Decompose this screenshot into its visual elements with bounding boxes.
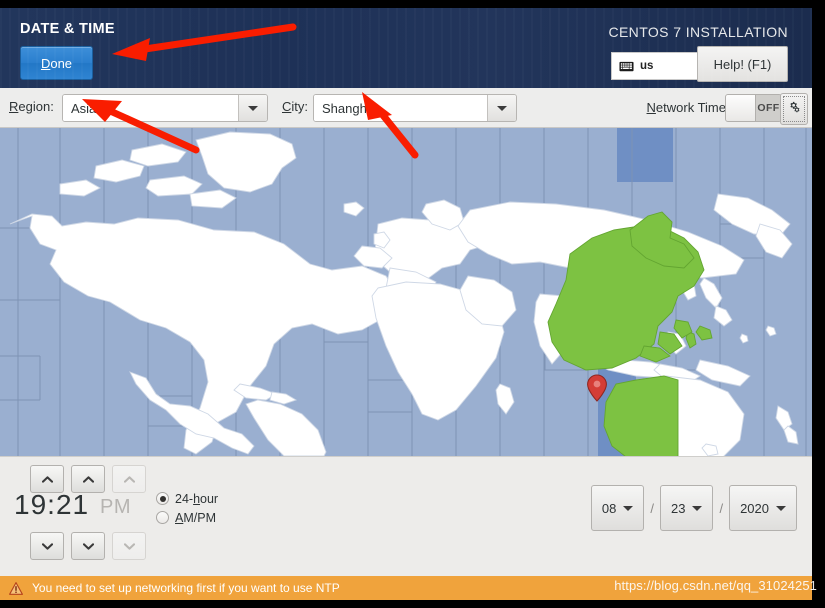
header-bar: DATE & TIME Done CENTOS 7 INSTALLATION u… [0,8,812,88]
date-controls: 08 / 23 / 2020 [590,485,797,531]
chevron-up-icon [123,475,135,483]
region-value: Asia [63,95,238,121]
network-time-rest: etwork Time [655,100,726,115]
chevron-down-icon [41,542,53,550]
toggle-state-label: OFF [757,102,780,114]
city-label-rest: ity: [291,99,309,114]
ampm-decrement-button [112,532,146,560]
radio-24-hour-label: 24-hour [175,492,218,506]
hour-value[interactable]: 19 [14,489,47,520]
city-dropdown[interactable]: Shanghai [313,94,517,122]
chevron-down-icon [776,505,786,511]
toggle-knob [726,95,756,121]
region-label: Region: [9,99,54,114]
network-time-mnemonic: N [646,100,656,115]
minute-value[interactable]: 21 [56,489,89,520]
region-label-mnemonic: R [9,99,19,114]
done-button-mnemonic: D [40,55,51,71]
installer-screen: DATE & TIME Done CENTOS 7 INSTALLATION u… [0,0,825,608]
help-button[interactable]: Help! (F1) [697,46,788,82]
keyboard-icon [619,61,634,72]
ampm-indicator: PM [100,496,131,518]
chevron-down-icon [123,542,135,550]
chevron-down-icon [248,105,258,111]
radio-24-hour[interactable]: 24-hour [156,489,218,508]
ampm-increment-button [112,465,146,493]
month-value: 08 [601,500,617,516]
day-dropdown[interactable]: 23 [659,485,714,531]
time-display: 19:21 [14,489,89,521]
page-title: DATE & TIME [20,21,115,37]
chevron-down-icon [623,505,634,511]
year-dropdown[interactable]: 2020 [729,485,797,531]
location-toolbar: Region: Asia City: Shanghai Network Time… [0,88,812,128]
hour-decrement-button[interactable] [30,532,64,560]
installation-title: CENTOS 7 INSTALLATION [608,24,788,40]
city-label: City: [282,99,308,114]
radio-am-pm[interactable]: AM/PM [156,508,218,527]
city-label-mnemonic: C [282,99,292,114]
chevron-down-icon [497,105,507,111]
radio-24-hour-mnemonic: h [193,491,201,506]
time-format-radio-group: 24-hour AM/PM [156,489,218,527]
year-value: 2020 [740,500,769,516]
city-dropdown-arrow[interactable] [487,95,516,121]
done-button-label: one [50,55,73,71]
time-separator: : [47,489,56,520]
warning-triangle-icon [9,581,23,595]
warning-message: You need to set up networking first if y… [32,581,340,595]
radio-am-pm-indicator [156,511,169,524]
region-dropdown[interactable]: Asia [62,94,268,122]
city-value: Shanghai [314,95,487,121]
month-dropdown[interactable]: 08 [590,485,645,531]
chevron-up-icon [82,475,94,483]
chevron-down-icon [82,542,94,550]
network-time-label: Network Time [647,100,726,115]
watermark-text: https://blog.csdn.net/qq_31024251 [614,578,817,593]
day-value: 23 [670,500,686,516]
chevron-down-icon [692,505,703,511]
ntp-config-button[interactable] [780,93,808,125]
date-separator-1: / [650,500,654,516]
keyboard-layout-label: us [640,60,654,72]
radio-am-pm-rest: M/PM [183,510,216,525]
chevron-up-icon [41,475,53,483]
radio-am-pm-label: AM/PM [175,511,216,525]
minute-decrement-button[interactable] [71,532,105,560]
timezone-map[interactable] [0,128,812,456]
date-separator-2: / [719,500,724,516]
network-time-toggle[interactable]: OFF [725,94,782,122]
region-dropdown-arrow[interactable] [238,95,267,121]
done-button[interactable]: Done [20,46,93,80]
radio-24-hour-rest: our [200,491,219,506]
gear-icon [787,100,802,118]
radio-24-hour-prefix: 24- [175,491,194,506]
radio-24-hour-indicator [156,492,169,505]
region-label-rest: egion: [18,99,54,114]
